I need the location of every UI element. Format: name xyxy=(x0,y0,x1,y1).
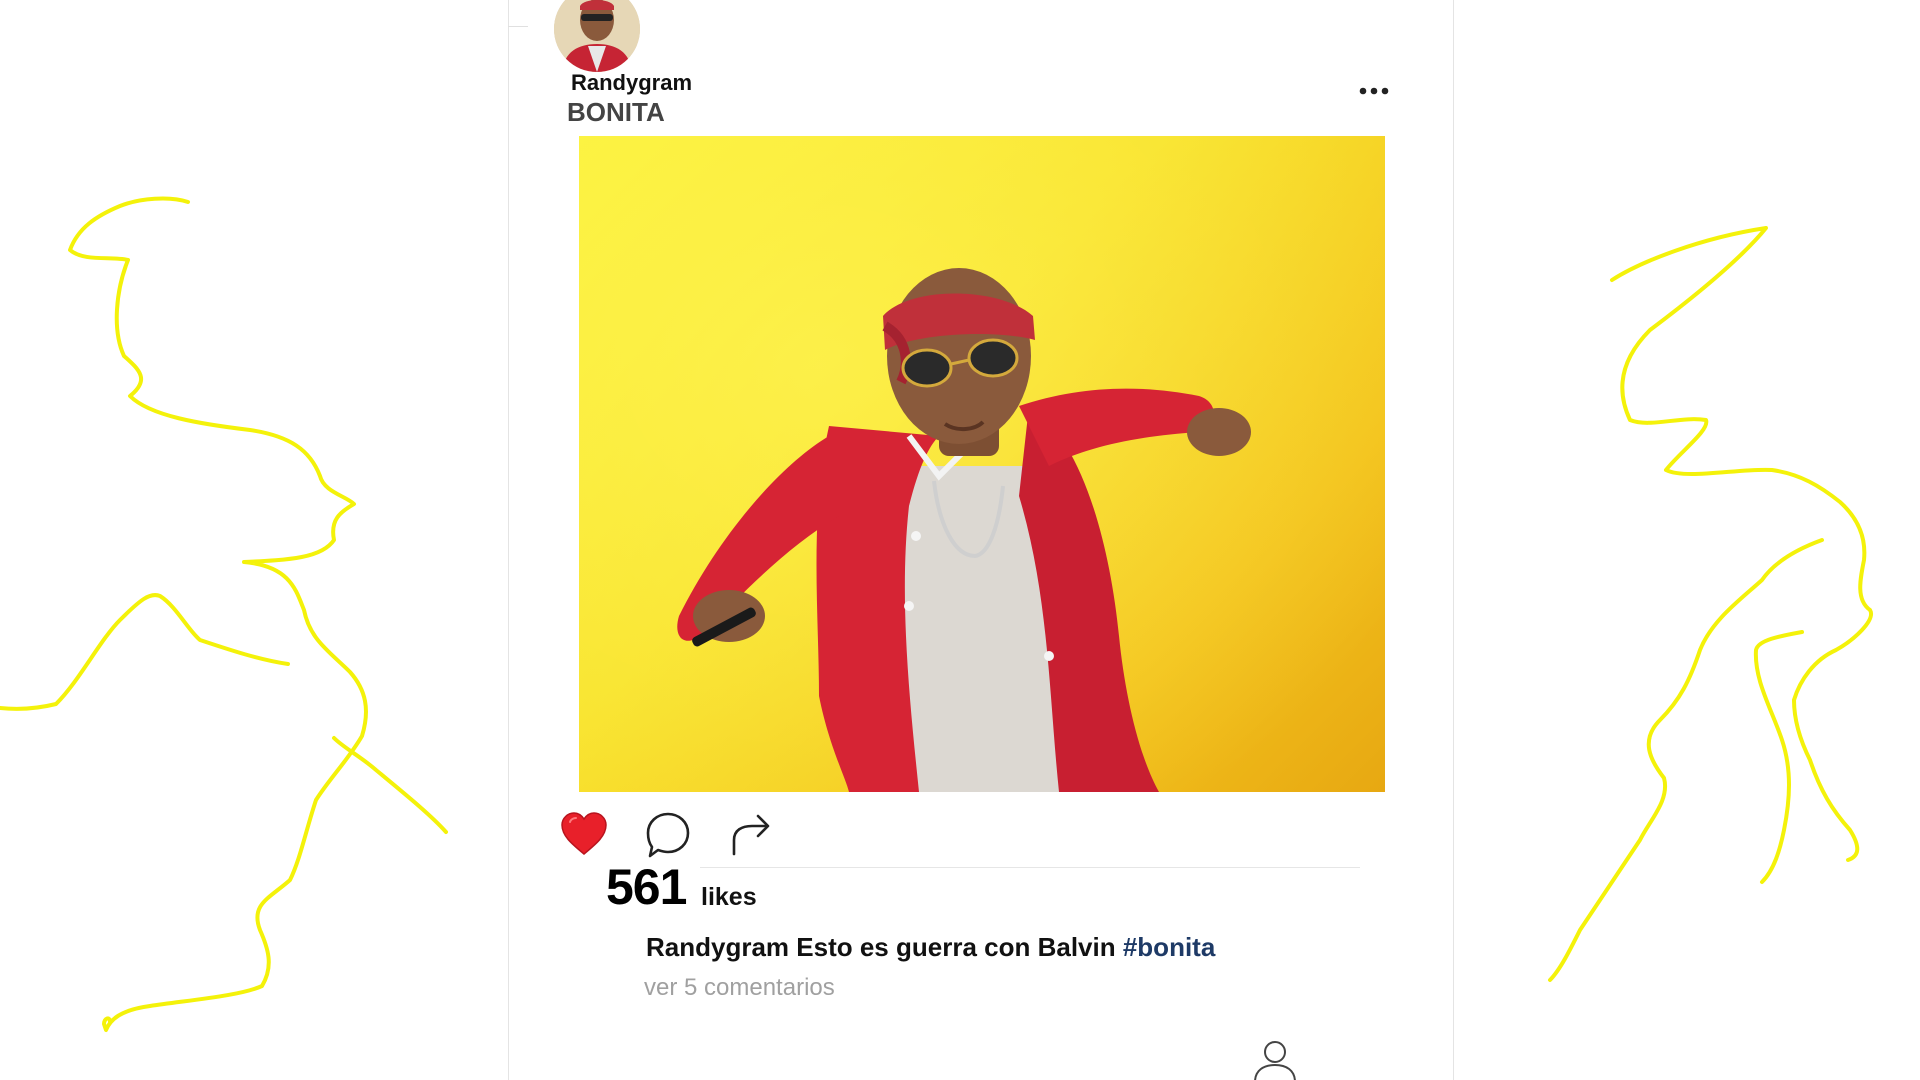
like-button[interactable] xyxy=(558,810,610,860)
card-edge-mark xyxy=(508,26,528,27)
caption-text: Esto es guerra con Balvin xyxy=(796,932,1116,962)
post-caption: Randygram Esto es guerra con Balvin #bon… xyxy=(646,932,1215,963)
share-arrow-icon xyxy=(732,814,770,856)
post-photo-illustration xyxy=(579,136,1385,792)
profile-button[interactable] xyxy=(1252,1040,1298,1080)
post-username[interactable]: Randygram xyxy=(571,70,692,96)
post-subtitle: BONITA xyxy=(567,97,665,127)
caption-hashtag[interactable]: #bonita xyxy=(1123,932,1215,962)
heart-icon xyxy=(561,812,607,855)
comment-bubble-icon xyxy=(646,812,690,858)
view-comments-link[interactable]: ver 5 comentarios xyxy=(644,974,835,1002)
likes-label: likes xyxy=(701,883,757,911)
stage: Randygram BONITA 561 likes Randygram Est… xyxy=(0,0,1920,1080)
caption-username[interactable]: Randygram xyxy=(646,932,789,962)
actions-divider xyxy=(700,867,1360,868)
more-horizontal-icon xyxy=(1359,87,1389,95)
more-options-button[interactable] xyxy=(1352,76,1396,106)
comment-button[interactable] xyxy=(642,810,694,860)
post-photo[interactable] xyxy=(579,136,1385,792)
share-button[interactable] xyxy=(724,810,776,860)
likes-count[interactable]: 561 xyxy=(606,858,687,916)
user-profile-icon xyxy=(1254,1041,1296,1080)
